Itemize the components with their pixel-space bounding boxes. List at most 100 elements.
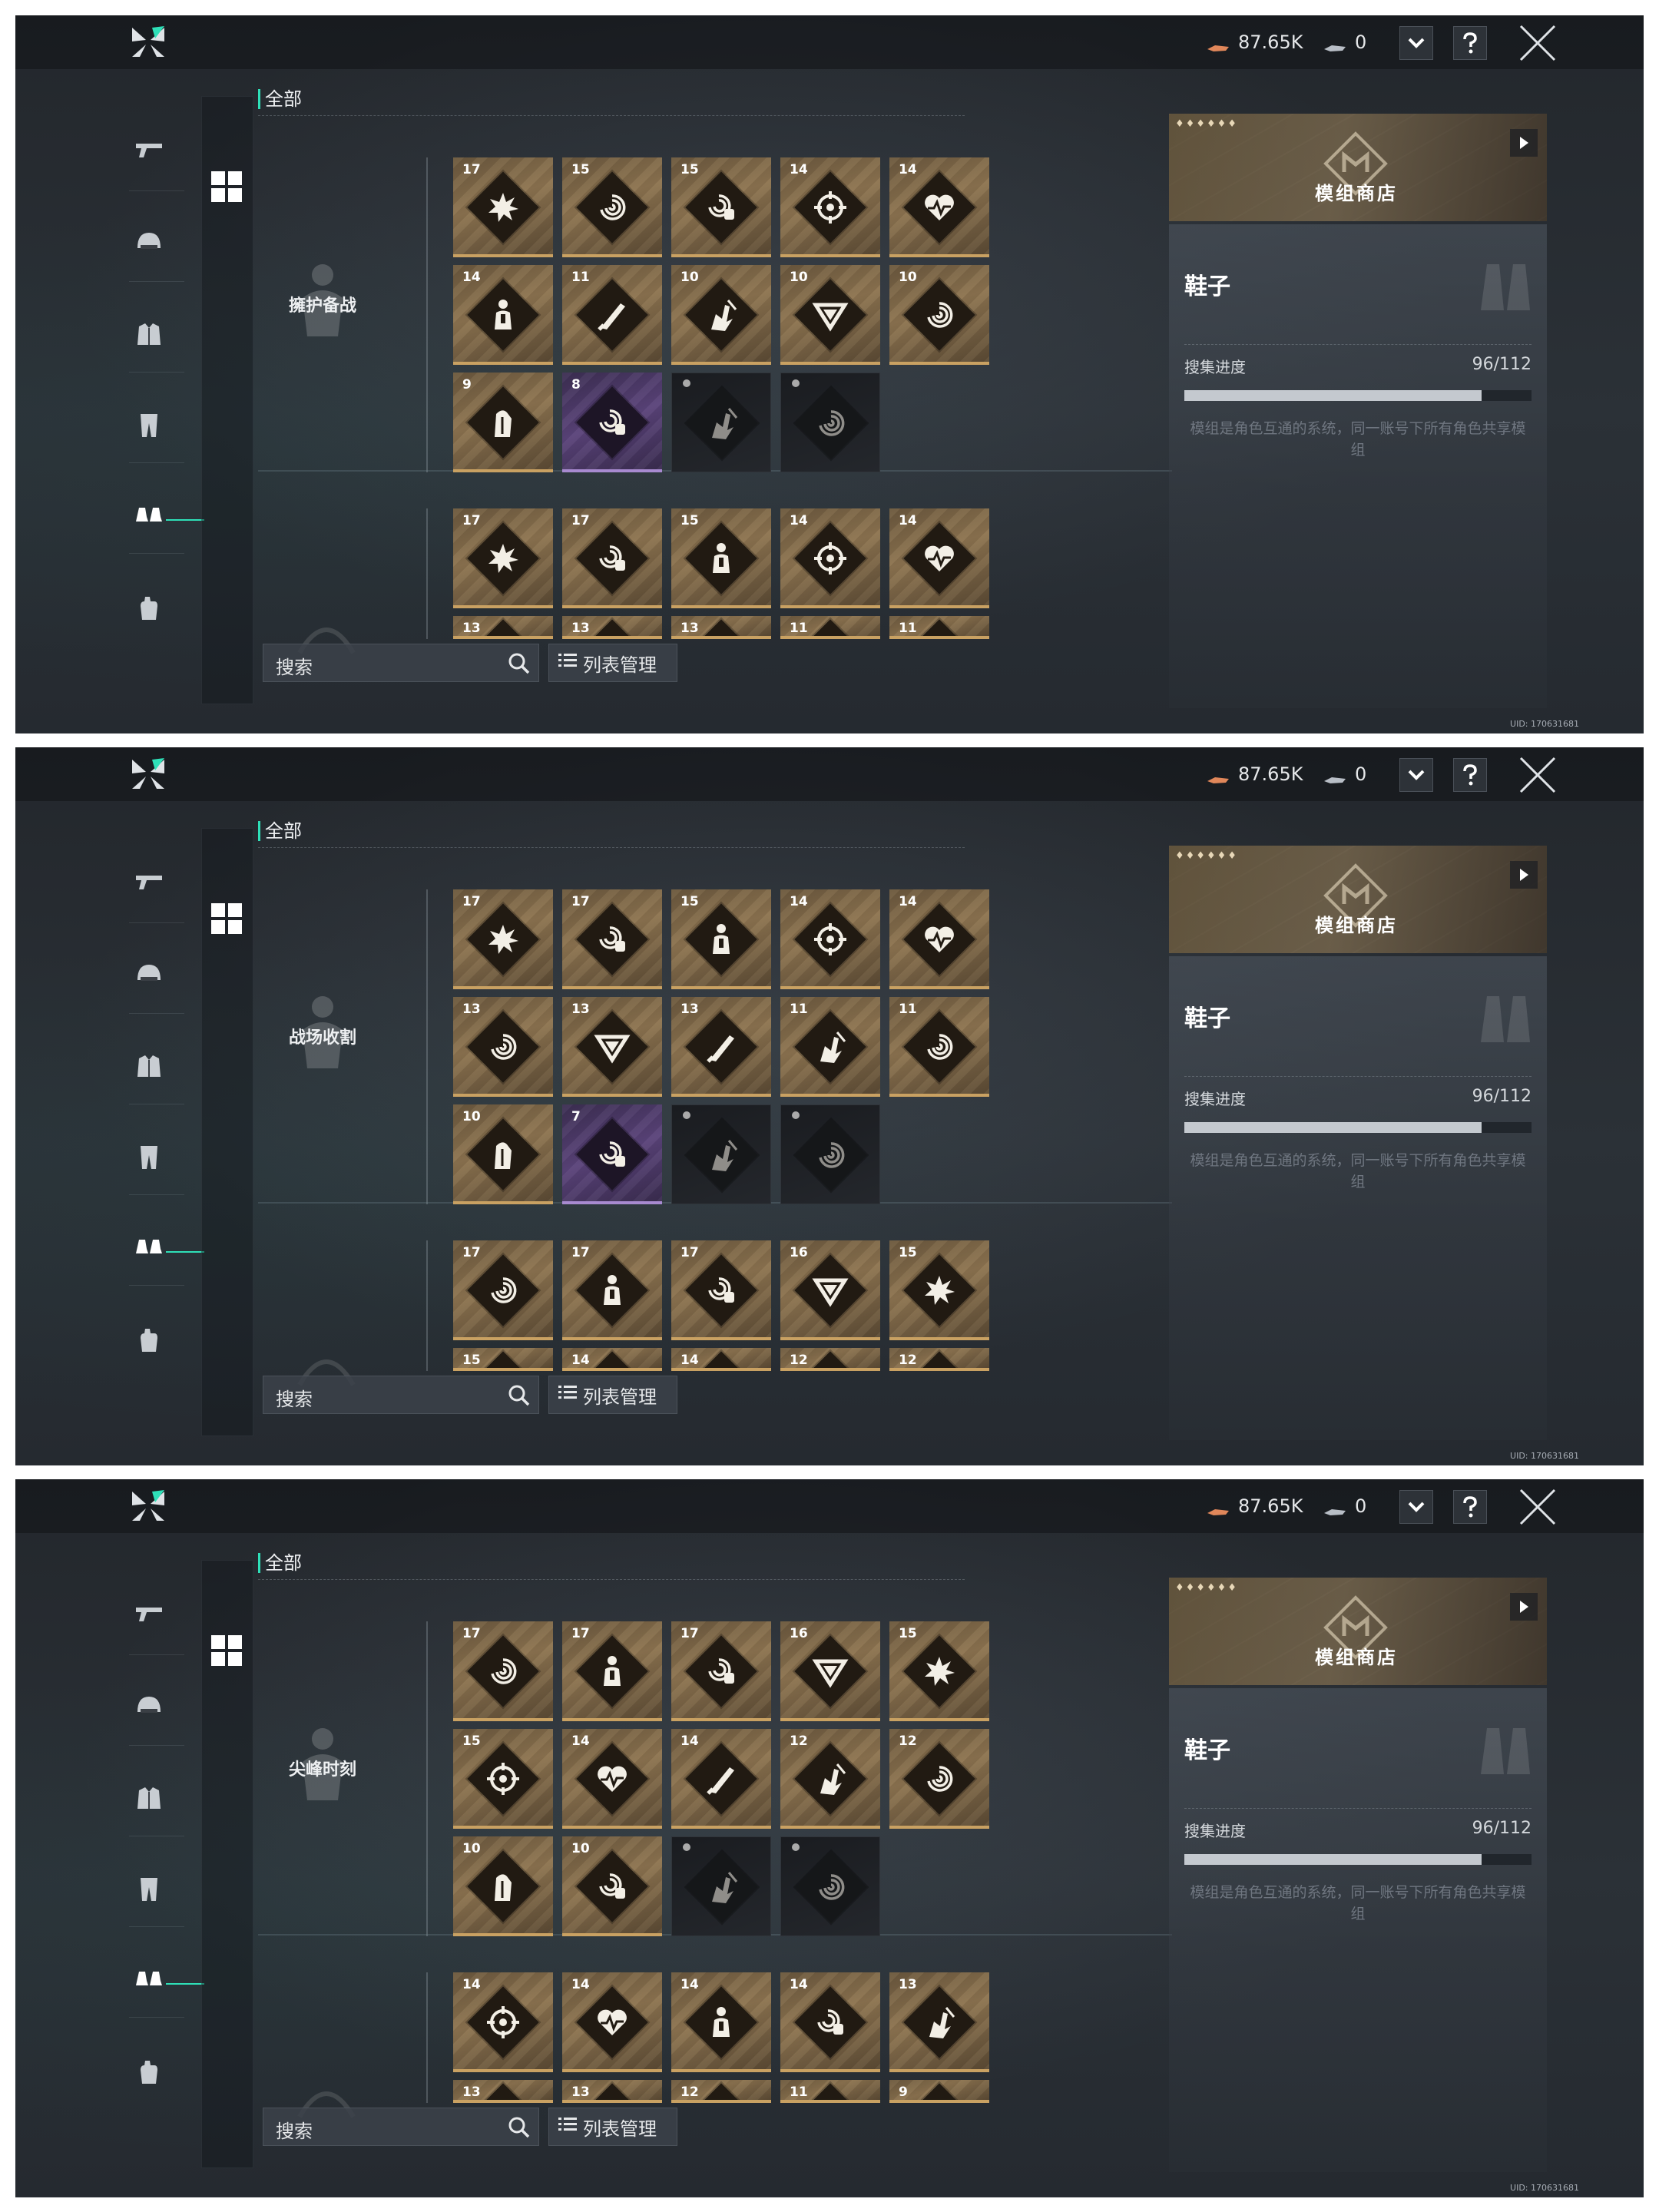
module-slot[interactable]: 14	[671, 1972, 771, 2072]
module-slot[interactable]: 9	[453, 373, 553, 472]
module-slot[interactable]: 10	[562, 1836, 662, 1936]
module-slot[interactable]: 14	[453, 265, 553, 365]
module-slot[interactable]: 9	[889, 2080, 989, 2103]
module-slot[interactable]: 12	[889, 1729, 989, 1829]
shop-arrow-button[interactable]	[1510, 861, 1538, 889]
module-slot[interactable]	[780, 373, 880, 472]
module-slot[interactable]: 11	[562, 265, 662, 365]
module-slot[interactable]: 13	[671, 997, 771, 1097]
filter-label[interactable]: 全部	[258, 89, 302, 109]
module-slot[interactable]: 11	[780, 2080, 880, 2103]
module-slot[interactable]: 14	[780, 889, 880, 989]
module-slot[interactable]: 10	[453, 1836, 553, 1936]
grid-view-icon[interactable]	[210, 170, 243, 204]
module-slot[interactable]: 17	[562, 508, 662, 608]
module-slot[interactable]: 14	[562, 1729, 662, 1829]
module-slot[interactable]: 17	[671, 1621, 771, 1721]
module-slot[interactable]: 13	[889, 1972, 989, 2072]
gloves-tab[interactable]	[129, 590, 169, 630]
list-manage-button[interactable]: 列表管理	[548, 1376, 677, 1414]
help-button[interactable]	[1453, 1490, 1487, 1524]
grid-view-icon[interactable]	[210, 1634, 243, 1667]
module-slot[interactable]: 11	[889, 616, 989, 639]
module-slot[interactable]: 14	[671, 1729, 771, 1829]
module-slot[interactable]: 14	[453, 1972, 553, 2072]
module-slot[interactable]: 12	[889, 1348, 989, 1371]
module-slot[interactable]	[780, 1836, 880, 1936]
module-slot[interactable]: 17	[453, 1240, 553, 1340]
dropdown-button[interactable]	[1399, 758, 1433, 792]
module-slot[interactable]: 17	[562, 1621, 662, 1721]
module-slot[interactable]: 12	[780, 1348, 880, 1371]
filter-label[interactable]: 全部	[258, 821, 302, 841]
module-slot[interactable]: 15	[453, 1348, 553, 1371]
module-slot[interactable]: 8	[562, 373, 662, 472]
search-icon[interactable]	[508, 2116, 531, 2139]
module-slot[interactable]: 14	[889, 889, 989, 989]
shoes-tab[interactable]	[129, 1230, 169, 1270]
close-button[interactable]	[1516, 1485, 1559, 1528]
module-slot[interactable]: 11	[889, 997, 989, 1097]
module-slot[interactable]: 14	[780, 1972, 880, 2072]
module-slot[interactable]: 13	[562, 2080, 662, 2103]
module-slot[interactable]: 16	[780, 1240, 880, 1340]
module-slot[interactable]: 7	[562, 1104, 662, 1204]
search-input[interactable]: 搜索	[263, 1376, 539, 1414]
weapon-tab[interactable]	[129, 861, 169, 901]
help-button[interactable]	[1453, 758, 1487, 792]
module-slot[interactable]: 17	[453, 508, 553, 608]
module-slot[interactable]: 11	[780, 616, 880, 639]
search-icon[interactable]	[508, 652, 531, 675]
module-slot[interactable]	[671, 1104, 771, 1204]
search-icon[interactable]	[508, 1384, 531, 1407]
module-slot[interactable]: 14	[671, 1348, 771, 1371]
shop-arrow-button[interactable]	[1510, 1593, 1538, 1621]
module-slot[interactable]: 15	[889, 1240, 989, 1340]
module-shop-banner[interactable]: ♦♦♦♦♦♦ 模组商店	[1169, 114, 1547, 221]
module-slot[interactable]: 10	[671, 265, 771, 365]
search-input[interactable]: 搜索	[263, 644, 539, 682]
module-slot[interactable]: 17	[671, 1240, 771, 1340]
close-button[interactable]	[1516, 22, 1559, 65]
grid-view-icon[interactable]	[210, 902, 243, 935]
legs-tab[interactable]	[129, 1139, 169, 1179]
module-slot[interactable]: 15	[671, 508, 771, 608]
armor-tab[interactable]	[129, 316, 169, 356]
module-slot[interactable]: 12	[780, 1729, 880, 1829]
module-shop-banner[interactable]: ♦♦♦♦♦♦ 模组商店	[1169, 1578, 1547, 1685]
module-slot[interactable]: 12	[671, 2080, 771, 2103]
shop-arrow-button[interactable]	[1510, 129, 1538, 157]
module-slot[interactable]: 13	[453, 2080, 553, 2103]
gloves-tab[interactable]	[129, 2054, 169, 2094]
helmet-tab[interactable]	[129, 224, 169, 264]
list-manage-button[interactable]: 列表管理	[548, 644, 677, 682]
module-slot[interactable]: 17	[453, 889, 553, 989]
weapon-tab[interactable]	[129, 129, 169, 169]
search-input[interactable]: 搜索	[263, 2108, 539, 2146]
module-slot[interactable]: 14	[562, 1972, 662, 2072]
shoes-tab[interactable]	[129, 1962, 169, 2002]
helmet-tab[interactable]	[129, 1688, 169, 1728]
module-slot[interactable]: 10	[453, 1104, 553, 1204]
module-slot[interactable]	[671, 373, 771, 472]
helmet-tab[interactable]	[129, 956, 169, 996]
module-slot[interactable]: 15	[671, 889, 771, 989]
shoes-tab[interactable]	[129, 498, 169, 538]
gloves-tab[interactable]	[129, 1322, 169, 1362]
module-slot[interactable]: 15	[453, 1729, 553, 1829]
module-slot[interactable]: 14	[889, 157, 989, 257]
module-slot[interactable]: 13	[562, 997, 662, 1097]
module-slot[interactable]: 13	[453, 616, 553, 639]
module-slot[interactable]: 14	[562, 1348, 662, 1371]
module-slot[interactable]	[671, 1836, 771, 1936]
module-slot[interactable]: 14	[889, 508, 989, 608]
module-slot[interactable]: 13	[671, 616, 771, 639]
module-slot[interactable]: 17	[562, 889, 662, 989]
list-manage-button[interactable]: 列表管理	[548, 2108, 677, 2146]
module-slot[interactable]: 10	[780, 265, 880, 365]
module-slot[interactable]: 13	[562, 616, 662, 639]
dropdown-button[interactable]	[1399, 26, 1433, 60]
module-slot[interactable]: 15	[671, 157, 771, 257]
legs-tab[interactable]	[129, 1871, 169, 1911]
module-slot[interactable]: 16	[780, 1621, 880, 1721]
